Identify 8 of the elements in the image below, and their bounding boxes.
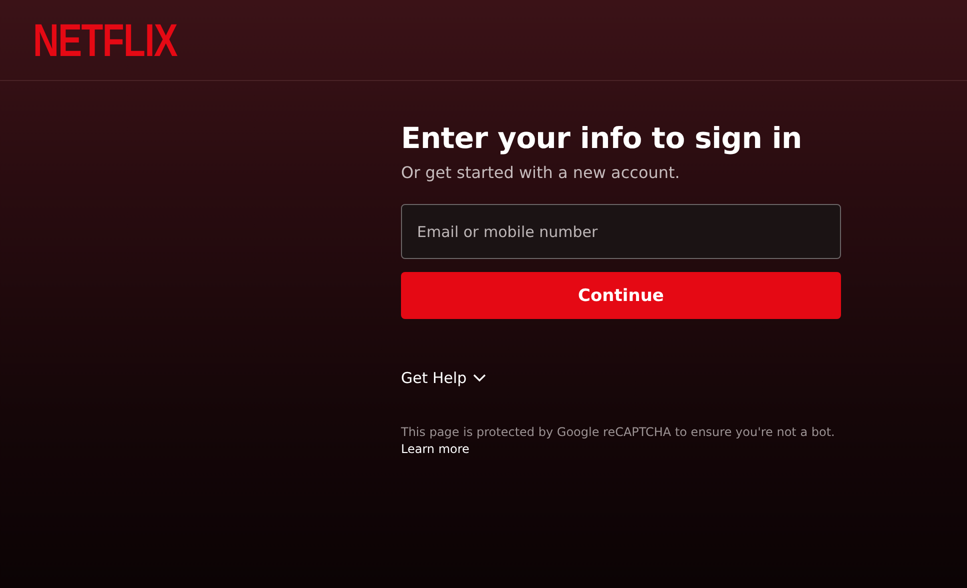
learn-more-link[interactable]: Learn more [401, 442, 470, 456]
page-title: Enter your info to sign in [401, 120, 803, 157]
subtitle: Or get started with a new account. [401, 163, 681, 182]
continue-button[interactable]: Continue [401, 272, 841, 319]
email-field[interactable]: Email or mobile number [401, 204, 841, 259]
recaptcha-notice: This page is protected by Google reCAPTCHA to ensure you're not a bot. [401, 425, 836, 439]
chevron-icon [472, 374, 486, 382]
get-help-button[interactable]: Get Help [401, 369, 486, 387]
